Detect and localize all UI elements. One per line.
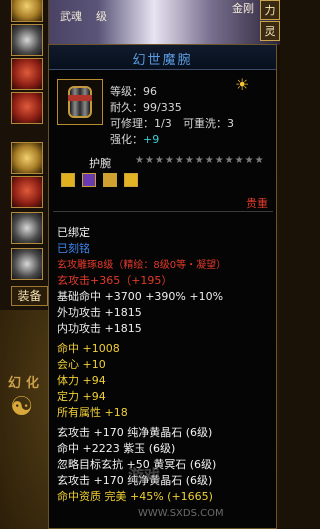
enhance-value: +9	[143, 133, 160, 146]
attr-line: 体力 +94	[57, 374, 106, 387]
background-text: 武魂	[60, 10, 82, 23]
level-line: 等级：96	[110, 83, 157, 99]
side-tab-spirit[interactable]: 灵	[260, 21, 280, 41]
attr-line-carve: 玄攻雕琢8级（精绘：8级0等・凝望）	[57, 260, 227, 271]
attr-line: 会心 +10	[57, 358, 106, 371]
enhance-line: 强化：+9	[110, 131, 159, 147]
attr-line: 外功攻击 +1815	[57, 306, 142, 319]
level-label: 等级：	[110, 85, 143, 98]
durability-value: 99/335	[143, 101, 182, 114]
divider	[53, 211, 273, 212]
equip-slot-8[interactable]	[11, 248, 43, 280]
dragon-emblem-icon: ☯	[10, 392, 34, 422]
rewash-line: 可重洗：3	[183, 115, 234, 131]
status-engraved: 已刻铭	[57, 242, 90, 255]
durability-label: 耐久：	[110, 101, 143, 114]
side-tab-power[interactable]: 力	[260, 0, 280, 20]
status-bound: 已绑定	[57, 226, 90, 239]
bracer-icon	[68, 86, 92, 118]
aptitude-line: 命中资质 完美 +45% (+1665)	[57, 490, 213, 503]
equipment-column: 装备	[0, 0, 49, 310]
gem-amber-icon	[103, 173, 118, 187]
repairable-label: 可修理：	[110, 117, 154, 130]
gem-attr-line: 玄攻击 +170 纯净黄晶石 (6级)	[57, 426, 213, 439]
star-rating: ★★★★★★★★★★★★★	[135, 155, 265, 166]
repairable-value: 1/3	[154, 117, 172, 130]
level-value: 96	[143, 85, 157, 98]
durability-line: 耐久：99/335	[110, 99, 182, 115]
item-icon-frame	[57, 79, 103, 125]
gem-yellow-icon	[124, 173, 139, 187]
background-text-right: 金刚	[232, 2, 254, 15]
item-type: 护腕	[89, 157, 111, 170]
equip-tab[interactable]: 装备	[11, 286, 48, 306]
attr-line: 命中 +1008	[57, 342, 120, 355]
item-name: 幻世魔腕	[132, 53, 193, 68]
side-tab-label: 力	[264, 4, 276, 17]
gem-yellow-icon	[61, 173, 75, 187]
attr-line: 定力 +94	[57, 390, 106, 403]
equip-slot-6[interactable]	[11, 176, 43, 208]
equip-slot-5[interactable]	[11, 142, 43, 174]
item-tooltip: 幻世魔腕 ☀ 等级：96 耐久：99/335 可修理：1/3 可重洗：3 强化：…	[48, 44, 277, 529]
tooltip-title-bar: 幻世魔腕	[49, 45, 276, 70]
precious-badge: 贵重	[246, 197, 268, 210]
repairable-line: 可修理：1/3	[110, 115, 172, 131]
watermark-logo: 游戏	[128, 466, 161, 485]
rewash-value: 3	[227, 117, 234, 130]
equip-slot-2[interactable]	[11, 24, 43, 56]
gem-attr-line: 命中 +2223 紫玉 (6级)	[57, 442, 176, 455]
equip-slot-3[interactable]	[11, 58, 43, 90]
deco-char-1: 幻	[8, 376, 22, 391]
equip-slot-7[interactable]	[11, 212, 43, 244]
watermark-url: WWW.SXDS.COM	[138, 508, 224, 519]
attr-line: 基础命中 +3700 +390% +10%	[57, 290, 224, 303]
gem-sockets	[61, 173, 140, 192]
deco-char-2: 化	[26, 376, 40, 391]
bracer-band-icon	[68, 95, 92, 101]
gem-purple-icon	[82, 173, 97, 187]
game-screen: 武魂 级 金刚 力 灵 装备 幻 化 ☯ 幻世魔腕 ☀ 等级：96 耐久：99/…	[0, 0, 280, 529]
equip-slot-4[interactable]	[11, 92, 43, 124]
side-tab-label: 灵	[264, 25, 276, 38]
attr-line: 玄攻击+365（+195）	[57, 274, 173, 287]
attr-line: 内功攻击 +1815	[57, 322, 142, 335]
sun-rank-icon: ☀	[235, 75, 250, 94]
equip-slot-1[interactable]	[11, 0, 43, 22]
rewash-label: 可重洗：	[183, 117, 227, 130]
enhance-label: 强化：	[110, 133, 143, 146]
attr-line: 所有属性 +18	[57, 406, 128, 419]
background-text-level: 级	[96, 10, 107, 23]
